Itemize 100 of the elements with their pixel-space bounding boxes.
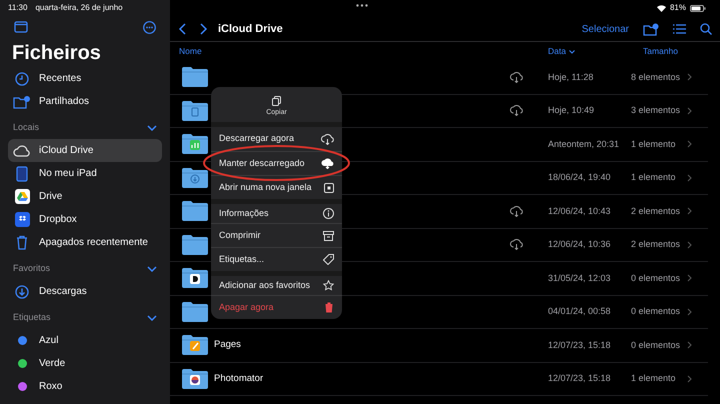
size-cell-text: 1 elemento <box>631 372 677 385</box>
cloud-download-icon <box>321 134 334 144</box>
chevron-right-icon <box>687 341 692 350</box>
dropbox-icon <box>14 212 30 227</box>
sidebar-item[interactable]: Apagados recentemente <box>8 231 162 254</box>
chevron-right-icon <box>687 174 692 182</box>
info-icon <box>323 208 334 219</box>
menu-item[interactable]: Abrir numa nova janela <box>211 175 342 199</box>
size-cell-text: 3 elementos <box>631 104 682 117</box>
battery-percentage: 81% <box>670 2 686 14</box>
chevron-right-icon <box>687 308 692 316</box>
back-icon[interactable] <box>178 23 186 35</box>
forward-icon[interactable] <box>200 23 208 35</box>
cloud-icon <box>13 144 31 156</box>
shared-folder-icon <box>13 94 31 108</box>
date-cell-text: Hoje, 11:28 <box>548 70 594 84</box>
copy-icon <box>272 96 281 106</box>
chevron-right-icon <box>687 207 692 216</box>
menu-item[interactable]: Adicionar aos favoritos <box>211 271 342 295</box>
section-header: Favoritos <box>13 262 50 276</box>
list-view-icon[interactable] <box>673 24 686 34</box>
chevron-down-icon[interactable] <box>147 315 157 321</box>
menu-item[interactable]: Etiquetas... <box>211 247 342 271</box>
cloud-download-icon[interactable] <box>510 206 523 217</box>
status-date: quarta-feira, 26 de junho <box>35 2 123 14</box>
file-row[interactable]: Pages 12/07/23, 15:18 0 elementos <box>170 329 708 362</box>
file-name: Photomator <box>214 372 264 384</box>
star-icon <box>323 280 334 291</box>
trash-icon <box>324 302 334 313</box>
date-cell-text: 04/01/24, 00:58 <box>548 305 612 318</box>
file-row[interactable]: Photomator 12/07/23, 15:18 1 elemento <box>170 362 708 396</box>
folder-icon <box>182 168 208 188</box>
date-cell-text: 12/06/24, 10:36 <box>548 238 612 251</box>
sidebar-item[interactable]: Roxo <box>8 375 162 398</box>
sidebar-item[interactable]: Partilhados <box>8 90 162 113</box>
date-cell-text: 12/07/23, 15:18 <box>548 338 612 352</box>
section-header: Etiquetas <box>13 311 51 324</box>
download-icon <box>15 284 29 298</box>
menu-item[interactable]: Comprimir <box>211 223 342 247</box>
size-cell-text: 2 elementos <box>631 204 682 218</box>
folder-icon <box>182 302 208 322</box>
date-cell-text: Hoje, 10:49 <box>548 104 596 117</box>
folder-icon <box>182 100 208 121</box>
sidebar-item[interactable]: Verde <box>8 352 162 375</box>
folder-icon <box>182 335 208 356</box>
cloud-download-icon <box>321 158 334 169</box>
chevron-down-icon[interactable] <box>147 266 157 272</box>
menu-item[interactable]: Apagar agora <box>211 295 342 319</box>
chevron-right-icon <box>687 240 692 249</box>
sidebar-item[interactable]: Dropbox <box>8 208 162 231</box>
size-cell-text: 1 elemento <box>631 138 677 150</box>
size-cell-text: 0 elementos <box>631 305 682 318</box>
chevron-right-icon <box>687 140 692 148</box>
date-cell-text: Anteontem, 20:31 <box>548 138 620 150</box>
cloud-download-icon[interactable] <box>510 105 523 116</box>
file-name: Pages <box>214 339 241 350</box>
date-cell-text: 12/07/23, 15:18 <box>548 372 612 385</box>
sidebar-toggle-icon[interactable] <box>14 21 28 33</box>
status-time: 11:30 <box>8 2 28 14</box>
size-cell-text: 0 elementos <box>631 338 682 352</box>
wifi-icon <box>656 4 666 12</box>
tag-icon <box>323 254 334 265</box>
folder-icon <box>182 134 208 154</box>
cloud-download-icon[interactable] <box>510 72 523 83</box>
sidebar-item[interactable]: Recentes <box>8 67 162 90</box>
sidebar-item[interactable]: Azul <box>8 329 162 352</box>
cloud-download-icon[interactable] <box>510 239 523 250</box>
new-window-icon <box>324 182 334 192</box>
size-cell-text: 1 elemento <box>631 171 677 184</box>
sidebar-item[interactable]: Drive <box>8 185 162 208</box>
sidebar-title: Ficheiros <box>11 41 102 65</box>
clock-icon <box>15 72 29 86</box>
battery-icon <box>690 4 706 12</box>
column-header[interactable]: Nome <box>170 45 548 58</box>
size-cell-text: 2 elementos <box>631 238 682 251</box>
size-cell-text: 0 elementos <box>631 272 682 284</box>
sidebar-item[interactable]: No meu iPad <box>8 162 162 185</box>
chevron-right-icon <box>687 106 692 115</box>
new-folder-icon[interactable] <box>643 22 659 36</box>
sort-chevron-icon <box>568 50 575 54</box>
menu-item[interactable]: Informações <box>211 199 342 223</box>
select-button[interactable]: Selecionar <box>582 22 629 36</box>
sidebar-item[interactable]: Descargas <box>8 280 162 303</box>
folder-icon <box>182 201 208 222</box>
folder-icon <box>182 268 208 288</box>
more-icon[interactable] <box>143 20 156 34</box>
chevron-right-icon <box>687 374 692 383</box>
chevron-right-icon <box>687 274 692 282</box>
archive-box-icon <box>323 230 334 240</box>
column-header[interactable]: Tamanho <box>643 45 678 58</box>
chevron-down-icon[interactable] <box>147 125 157 131</box>
folder-icon <box>182 368 208 389</box>
date-cell-text: 31/05/24, 12:03 <box>548 272 612 284</box>
multitask-dots-icon[interactable] <box>356 4 368 7</box>
menu-item[interactable]: Descarregar agora <box>211 127 342 151</box>
folder-icon <box>182 67 208 88</box>
column-header[interactable]: Data <box>548 45 643 58</box>
search-icon[interactable] <box>700 23 712 35</box>
sidebar-item[interactable]: iCloud Drive <box>8 139 162 162</box>
trash-icon <box>16 235 28 250</box>
